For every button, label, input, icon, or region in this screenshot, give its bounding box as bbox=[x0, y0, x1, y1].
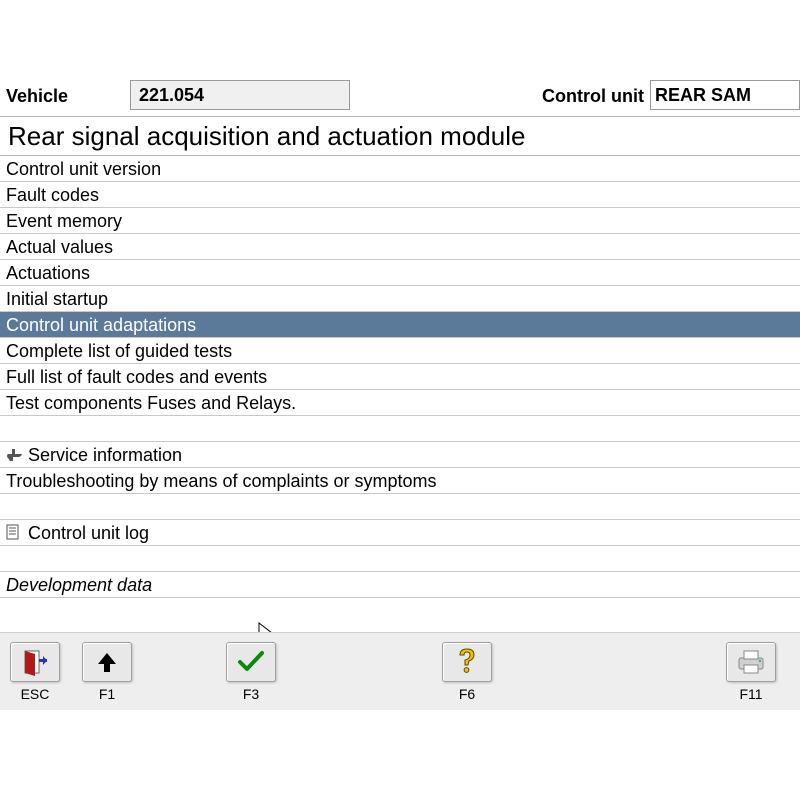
f6-button[interactable]: F6 bbox=[438, 642, 496, 702]
menu-item[interactable]: Service information bbox=[0, 442, 800, 468]
f11-button[interactable]: F11 bbox=[722, 642, 780, 702]
exit-door-icon bbox=[10, 642, 60, 682]
help-icon bbox=[442, 642, 492, 682]
info-bar: Vehicle 221.054 Control unit REAR SAM bbox=[0, 80, 800, 116]
menu-item-label: Full list of fault codes and events bbox=[6, 367, 267, 387]
menu-item-label: Development data bbox=[6, 575, 152, 595]
control-unit-label: Control unit bbox=[536, 80, 650, 116]
menu-spacer bbox=[0, 494, 800, 520]
menu-item[interactable]: Control unit version bbox=[0, 156, 800, 182]
f1-label: F1 bbox=[78, 686, 136, 702]
menu-item[interactable]: Control unit log bbox=[0, 520, 800, 546]
menu-item[interactable]: Actuations bbox=[0, 260, 800, 286]
menu-item-label: Troubleshooting by means of complaints o… bbox=[6, 471, 437, 491]
f3-label: F3 bbox=[222, 686, 280, 702]
menu-item[interactable]: Complete list of guided tests bbox=[0, 338, 800, 364]
f3-button[interactable]: F3 bbox=[222, 642, 280, 702]
menu-item[interactable]: Development data bbox=[0, 572, 800, 598]
top-filler bbox=[350, 80, 536, 116]
page-title: Rear signal acquisition and actuation mo… bbox=[0, 116, 800, 156]
menu-spacer bbox=[0, 546, 800, 572]
checkmark-icon bbox=[226, 642, 276, 682]
arrow-up-icon bbox=[82, 642, 132, 682]
vehicle-label: Vehicle bbox=[0, 80, 130, 116]
printer-icon bbox=[726, 642, 776, 682]
control-unit-value: REAR SAM bbox=[650, 80, 800, 110]
menu-item-label: Control unit log bbox=[28, 523, 149, 543]
menu-item-label: Initial startup bbox=[6, 289, 108, 309]
menu-item[interactable]: Test components Fuses and Relays. bbox=[0, 390, 800, 416]
menu-item[interactable]: Troubleshooting by means of complaints o… bbox=[0, 468, 800, 494]
menu-item[interactable]: Initial startup bbox=[0, 286, 800, 312]
menu-item-label: Test components Fuses and Relays. bbox=[6, 393, 296, 413]
menu-item-label: Service information bbox=[28, 445, 182, 465]
esc-button[interactable]: ESC bbox=[6, 642, 64, 702]
esc-label: ESC bbox=[6, 686, 64, 702]
menu-item-label: Event memory bbox=[6, 211, 122, 231]
function-key-bar: ESC F1 F2 F3 F4 F5 bbox=[0, 632, 800, 710]
app-window: Vehicle 221.054 Control unit REAR SAM Re… bbox=[0, 0, 800, 800]
menu-item-label: Control unit version bbox=[6, 159, 161, 179]
menu-item-label: Actuations bbox=[6, 263, 90, 283]
f6-label: F6 bbox=[438, 686, 496, 702]
menu-item-label: Actual values bbox=[6, 237, 113, 257]
menu-list: Control unit version Fault codes Event mem… bbox=[0, 156, 800, 630]
f11-label: F11 bbox=[722, 686, 780, 702]
menu-item-label: Fault codes bbox=[6, 185, 99, 205]
vehicle-value: 221.054 bbox=[130, 80, 350, 110]
wrench-icon bbox=[6, 445, 28, 467]
menu-item[interactable]: Control unit adaptations bbox=[0, 312, 800, 338]
menu-item-label: Control unit adaptations bbox=[6, 315, 196, 335]
f1-button[interactable]: F1 bbox=[78, 642, 136, 702]
menu-item[interactable]: Full list of fault codes and events bbox=[0, 364, 800, 390]
menu-item[interactable]: Event memory bbox=[0, 208, 800, 234]
menu-spacer bbox=[0, 416, 800, 442]
menu-item[interactable]: Actual values bbox=[0, 234, 800, 260]
menu-item-label: Complete list of guided tests bbox=[6, 341, 232, 361]
menu-item[interactable]: Fault codes bbox=[0, 182, 800, 208]
doc-icon bbox=[6, 523, 28, 545]
